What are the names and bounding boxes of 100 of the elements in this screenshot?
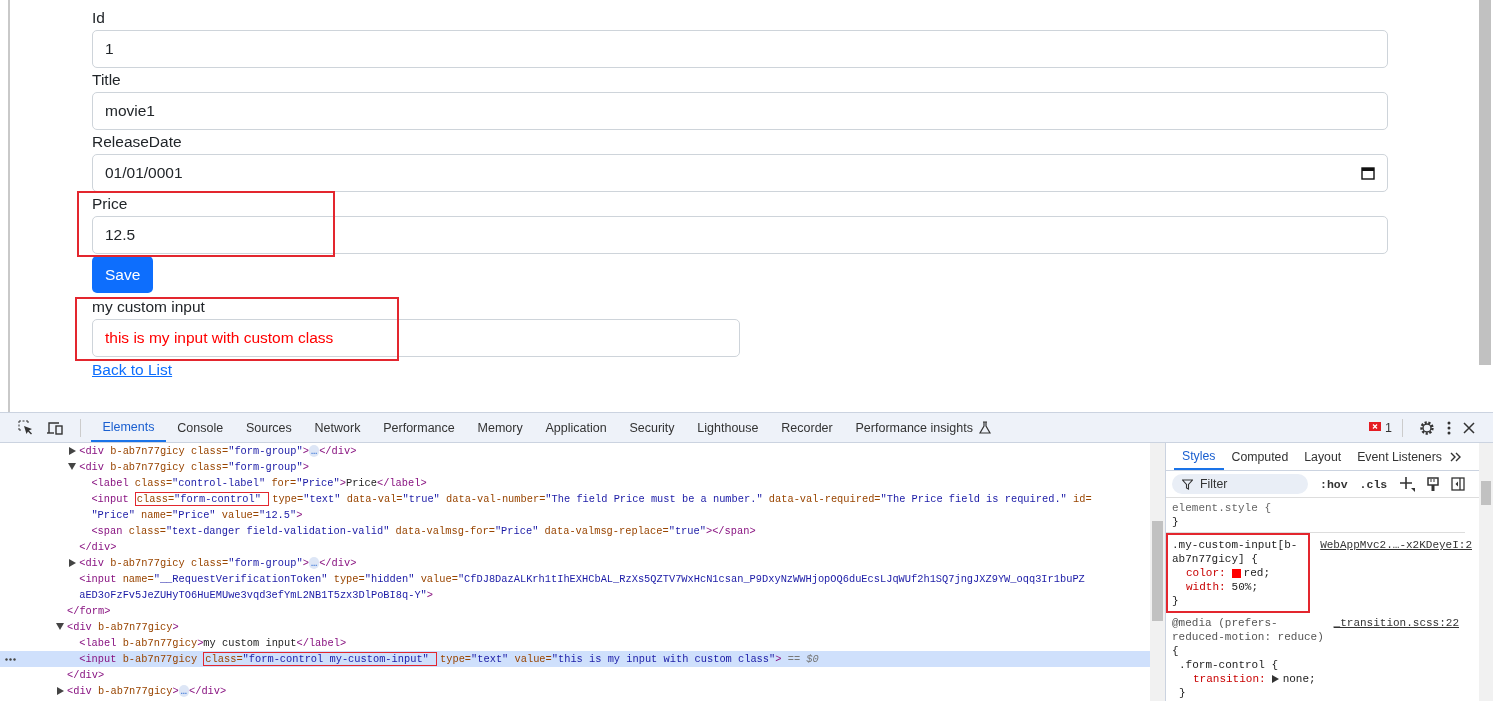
inspect-icon[interactable]: [18, 419, 34, 436]
input-field[interactable]: 01/01/0001: [92, 154, 1388, 192]
devtools-tab[interactable]: Console: [165, 413, 235, 442]
devtools-tab[interactable]: Recorder: [769, 413, 845, 442]
tree-row[interactable]: <div b-ab7n77gicy>: [0, 619, 1150, 635]
input-field[interactable]: 1: [92, 30, 1388, 68]
color-swatch[interactable]: [1231, 568, 1241, 578]
tree-row[interactable]: aED3oFzFv5JeZUHyTO6HuEMUwe3vqd3efYmL2NB1T5zx3DlPoBI8q-Y">: [0, 587, 1150, 603]
devtools-tab[interactable]: Performance: [371, 413, 467, 442]
code-line: <div b-ab7n77gicy class="form-group"> … </div>: [79, 445, 357, 457]
code-line: <label class="control-label" for="Price">Price</label>: [91, 477, 427, 489]
error-icon[interactable]: [1369, 422, 1382, 433]
input-field[interactable]: 12.5: [92, 216, 1388, 254]
styles-tab[interactable]: Styles: [1174, 443, 1224, 470]
css-selector: @media (prefers-reduced-motion: reduce): [1172, 616, 1324, 644]
devtools-tab[interactable]: Sources: [234, 413, 304, 442]
css-brace: }: [1172, 515, 1179, 529]
scrollbar-thumb[interactable]: [1479, 0, 1491, 365]
devtools-tab[interactable]: Memory: [466, 413, 535, 442]
tree-row[interactable]: "Price" name="Price" value="12.5">: [0, 507, 1150, 523]
toggle-button[interactable]: :hov: [1320, 477, 1348, 491]
tree-row[interactable]: <span class="text-danger field-validation-valid" data-valmsg-for="Price" data-valmsg-replace="true"></span>: [0, 523, 1150, 539]
tree-row[interactable]: <div b-ab7n77gicy class="form-group"> … </div>: [0, 443, 1150, 459]
expand-arrow-icon[interactable]: [57, 687, 64, 695]
css-brace: {: [1172, 644, 1179, 658]
code-line: <div b-ab7n77gicy class="form-group"> … </div>: [79, 557, 357, 569]
input-field[interactable]: this is my input with custom class: [92, 319, 740, 357]
css-value: red;: [1243, 566, 1270, 580]
tree-row[interactable]: </div>: [0, 667, 1150, 683]
code-line: </div>: [67, 669, 105, 681]
toggle-button[interactable]: .cls: [1359, 477, 1388, 491]
more-options-icon[interactable]: [1447, 420, 1451, 435]
expand-arrow-icon[interactable]: [68, 463, 77, 470]
expand-arrow-icon[interactable]: [69, 559, 77, 567]
scrollbar-thumb[interactable]: [1152, 521, 1163, 621]
scrollbar-thumb[interactable]: [1481, 481, 1491, 505]
plus-icon[interactable]: [1399, 476, 1416, 492]
css-brace: }: [1179, 686, 1186, 700]
tree-row[interactable]: </div>: [0, 539, 1150, 555]
code-line: </div>: [79, 541, 117, 553]
source-link[interactable]: _transition.scss:22: [1333, 616, 1459, 644]
expand-arrow-icon[interactable]: [56, 623, 64, 630]
css-value: 50%;: [1231, 580, 1258, 594]
css-selector: element.style {: [1172, 501, 1272, 515]
input-field[interactable]: movie1: [92, 92, 1388, 130]
sidebar-toggle-icon[interactable]: [1451, 477, 1466, 491]
more-icon[interactable]: [5, 658, 16, 661]
css-selector: .form-control {: [1179, 658, 1279, 672]
code-line: <input class="form-control" type="text" data-val="true" data-val-number="The field Price must be a number." data-val-required="The Price field is required." id=: [91, 493, 1092, 505]
styles-tab[interactable]: Event Listeners: [1349, 443, 1450, 470]
devtools-tab[interactable]: Performance insights: [844, 413, 1003, 442]
source-link[interactable]: WebAppMvc2.…-x2KDeyeI:2: [1320, 538, 1472, 566]
devtools-tab[interactable]: Network: [303, 413, 372, 442]
device-toggle-icon[interactable]: [46, 419, 64, 436]
tree-row[interactable]: <input name="__RequestVerificationToken" type="hidden" value="CfDJ8DazALKrh1tIhEXHCbAL_RzXs5QZTV7WxHcN1csan_P9DxyNzWWHjopOQ6duEcsLJqWUf2h1SQ7jngJXZ9YW_oqq3Ir1buPZ: [0, 571, 1150, 587]
code-line: <input name="__RequestVerificationToken" type="hidden" value="CfDJ8DazALKrh1tIhEXHCbAL_RzXs5QZTV7WxHcN1csan_P9DxyNzWWHjopOQ6duEcsLJqWUf2h1SQ7jngJXZ9YW_oqq3Ir1buPZ: [79, 573, 1085, 585]
code-line: <label b-ab7n77gicy>my custom input</label>: [79, 637, 347, 649]
back-link[interactable]: Back to List: [92, 361, 173, 379]
css-value: none;: [1282, 672, 1316, 686]
css-property: transition:: [1193, 672, 1266, 686]
tree-row[interactable]: <div b-ab7n77gicy class="form-group"> … </div>: [0, 555, 1150, 571]
error-count[interactable]: 1: [1385, 420, 1392, 435]
devtools-tab[interactable]: Lighthouse: [685, 413, 770, 442]
code-line: <div b-ab7n77gicy> … </div>: [67, 685, 227, 697]
code-line: <span class="text-danger field-validation-valid" data-valmsg-for="Price" data-valmsg-replace="true"></span>: [91, 525, 756, 537]
css-property: color:: [1186, 566, 1226, 580]
field-label: ReleaseDate: [92, 132, 183, 152]
expand-arrow-icon[interactable]: [69, 447, 77, 455]
css-property: width:: [1186, 580, 1226, 594]
save-button[interactable]: Save: [92, 256, 154, 293]
filter-field[interactable]: Filter: [1172, 474, 1308, 494]
tree-row[interactable]: <input b-ab7n77gicy class="form-control my-custom-input" type="text" value="this is my input with custom class"> == $0: [0, 651, 1150, 667]
tree-row[interactable]: <input class="form-control" type="text" data-val="true" data-val-number="The field Price must be a number." data-val-required="The Price field is required." id=: [0, 491, 1150, 507]
field-label: Title: [92, 70, 122, 90]
tree-row[interactable]: <div b-ab7n77gicy class="form-group">: [0, 459, 1150, 475]
styles-tab[interactable]: Layout: [1296, 443, 1350, 470]
chevron-double-icon[interactable]: [1449, 451, 1462, 462]
settings-icon[interactable]: [1419, 419, 1435, 436]
code-line: <div b-ab7n77gicy class="form-group">: [79, 461, 309, 473]
devtools-tab[interactable]: Elements: [91, 413, 166, 442]
code-line: aED3oFzFv5JeZUHyTO6HuEMUwe3vqd3efYmL2NB1T5zx3DlPoBI8q-Y">: [79, 589, 433, 601]
field-label: Id: [92, 8, 106, 28]
code-line: "Price" name="Price" value="12.5">: [91, 509, 303, 521]
devtools-tab[interactable]: Security: [618, 413, 686, 442]
calendar-icon[interactable]: [1361, 166, 1375, 180]
field-label: Price: [92, 194, 129, 214]
close-icon[interactable]: [1463, 421, 1475, 434]
styles-tab[interactable]: Computed: [1223, 443, 1297, 470]
tree-row[interactable]: <label b-ab7n77gicy>my custom input</label>: [0, 635, 1150, 651]
code-line: <input b-ab7n77gicy class="form-control my-custom-input" type="text" value="this is my input with custom class"> == $0: [79, 653, 819, 665]
code-line: </form>: [67, 605, 111, 617]
css-brace: }: [1172, 594, 1179, 608]
tree-row[interactable]: </form>: [0, 603, 1150, 619]
tree-row[interactable]: <div b-ab7n77gicy> … </div>: [0, 683, 1150, 699]
paint-brush-icon[interactable]: [1427, 476, 1440, 492]
tree-row[interactable]: <label class="control-label" for="Price">Price</label>: [0, 475, 1150, 491]
expand-arrow-icon[interactable]: [1271, 675, 1279, 683]
code-line: <div b-ab7n77gicy>: [67, 621, 179, 633]
field-label: my custom input: [92, 297, 206, 317]
devtools-tab[interactable]: Application: [534, 413, 619, 442]
